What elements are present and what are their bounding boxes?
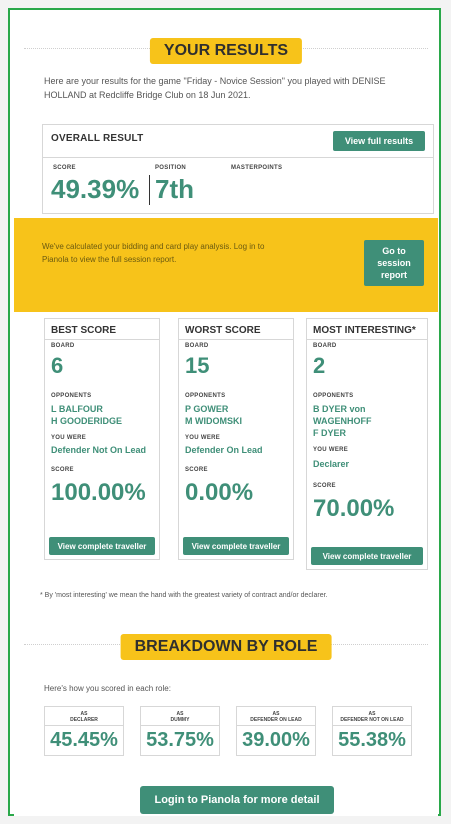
breakdown-intro: Here's how you scored in each role: — [44, 684, 171, 693]
role-divider — [333, 725, 411, 726]
worst-score-card: WORST SCORE BOARD 15 OPPONENTS P GOWER M… — [178, 318, 294, 560]
opponents-list: L BALFOUR H GOODERIDGE — [51, 403, 122, 427]
opponent-name: P GOWER — [185, 404, 229, 414]
role-declarer-box: AS DECLARER 45.45% — [44, 706, 124, 756]
results-title: YOUR RESULTS — [149, 38, 303, 64]
opponents-label: OPPONENTS — [185, 393, 226, 399]
role-label: AS DEFENDER NOT ON LEAD — [333, 711, 411, 723]
role-label-line: DEFENDER ON LEAD — [250, 717, 302, 723]
board-number: 15 — [185, 353, 210, 378]
intro-text: Here are your results for the game "Frid… — [44, 76, 386, 100]
overall-score-label: SCORE — [53, 165, 76, 171]
role-divider — [237, 725, 315, 726]
overall-position-label: POSITION — [155, 165, 187, 171]
opponent-name: F DYER — [313, 428, 347, 438]
role-label-line: DECLARER — [70, 717, 98, 723]
role-divider — [45, 725, 123, 726]
opponents-list: B DYER von WAGENHOFF F DYER — [313, 403, 372, 439]
opponents-label: OPPONENTS — [51, 393, 92, 399]
board-number: 6 — [51, 353, 64, 378]
you-were-label: YOU WERE — [185, 435, 221, 441]
overall-position-value: 7th — [155, 174, 194, 204]
right-gutter — [441, 0, 451, 824]
overall-divider — [43, 157, 433, 158]
breakdown-header: BREAKDOWN BY ROLE — [14, 624, 438, 664]
card-divider — [45, 339, 159, 340]
overall-masterpoints-label: MASTERPOINTS — [231, 165, 283, 171]
role-defender-not-on-lead-box: AS DEFENDER NOT ON LEAD 55.38% — [332, 706, 412, 756]
analysis-banner: We've calculated your bidding and card p… — [14, 218, 438, 312]
role-label: AS DEFENDER ON LEAD — [237, 711, 315, 723]
role-score: 39.00% — [242, 729, 310, 751]
card-title: MOST INTERESTING* — [313, 325, 416, 336]
board-label: BOARD — [313, 343, 337, 349]
overall-score-value: 49.39% — [51, 174, 140, 204]
role-label: AS DUMMY — [141, 711, 219, 723]
opponent-name: B DYER von — [313, 404, 366, 414]
overall-result-panel: OVERALL RESULT View full results SCORE P… — [42, 124, 434, 214]
score-value: 100.00% — [51, 479, 146, 506]
results-header: YOUR RESULTS — [14, 28, 438, 68]
breakdown-title: BREAKDOWN BY ROLE — [120, 634, 332, 660]
analysis-banner-text: We've calculated your bidding and card p… — [42, 242, 265, 264]
card-title: WORST SCORE — [185, 325, 261, 336]
opponents-label: OPPONENTS — [313, 393, 354, 399]
you-were-label: YOU WERE — [51, 435, 87, 441]
view-complete-traveller-button[interactable]: View complete traveller — [311, 547, 423, 565]
board-label: BOARD — [185, 343, 209, 349]
role-label: AS DECLARER — [45, 711, 123, 723]
opponents-list: P GOWER M WIDOMSKI — [185, 403, 242, 427]
role-label-line: DUMMY — [170, 717, 190, 723]
login-to-pianola-button[interactable]: Login to Pianola for more detail — [140, 786, 334, 814]
role-score: 53.75% — [146, 729, 214, 751]
role-score: 45.45% — [50, 729, 118, 751]
best-score-card: BEST SCORE BOARD 6 OPPONENTS L BALFOUR H… — [44, 318, 160, 560]
opponent-name: L BALFOUR — [51, 404, 103, 414]
go-to-session-report-button[interactable]: Go to session report — [364, 240, 424, 286]
role-label-line: DEFENDER NOT ON LEAD — [340, 717, 404, 723]
score-label: SCORE — [313, 483, 336, 489]
card-divider — [179, 339, 293, 340]
role-dummy-box: AS DUMMY 53.75% — [140, 706, 220, 756]
score-label: SCORE — [51, 467, 74, 473]
you-were-label: YOU WERE — [313, 447, 349, 453]
board-number: 2 — [313, 353, 326, 378]
score-value: 0.00% — [185, 479, 254, 506]
you-were-value: Declarer — [313, 459, 350, 469]
score-label: SCORE — [185, 467, 208, 473]
role-defender-on-lead-box: AS DEFENDER ON LEAD 39.00% — [236, 706, 316, 756]
view-complete-traveller-button[interactable]: View complete traveller — [183, 537, 289, 555]
opponent-name: WAGENHOFF — [313, 416, 372, 426]
you-were-value: Defender Not On Lead — [51, 445, 147, 455]
role-divider — [141, 725, 219, 726]
email-results-body: YOUR RESULTS Here are your results for t… — [14, 12, 438, 816]
view-full-results-button[interactable]: View full results — [333, 131, 425, 151]
view-complete-traveller-button[interactable]: View complete traveller — [49, 537, 155, 555]
role-score: 55.38% — [338, 729, 406, 751]
opponent-name: M WIDOMSKI — [185, 416, 242, 426]
card-title: BEST SCORE — [51, 325, 117, 336]
board-label: BOARD — [51, 343, 75, 349]
score-value: 70.00% — [313, 495, 395, 522]
overall-result-title: OVERALL RESULT — [51, 133, 144, 144]
most-interesting-card: MOST INTERESTING* BOARD 2 OPPONENTS B DY… — [306, 318, 428, 570]
footnote: * By 'most interesting' we mean the hand… — [40, 592, 328, 599]
opponent-name: H GOODERIDGE — [51, 416, 123, 426]
you-were-value: Defender On Lead — [185, 445, 263, 455]
card-divider — [307, 339, 427, 340]
text-cursor — [149, 175, 150, 205]
